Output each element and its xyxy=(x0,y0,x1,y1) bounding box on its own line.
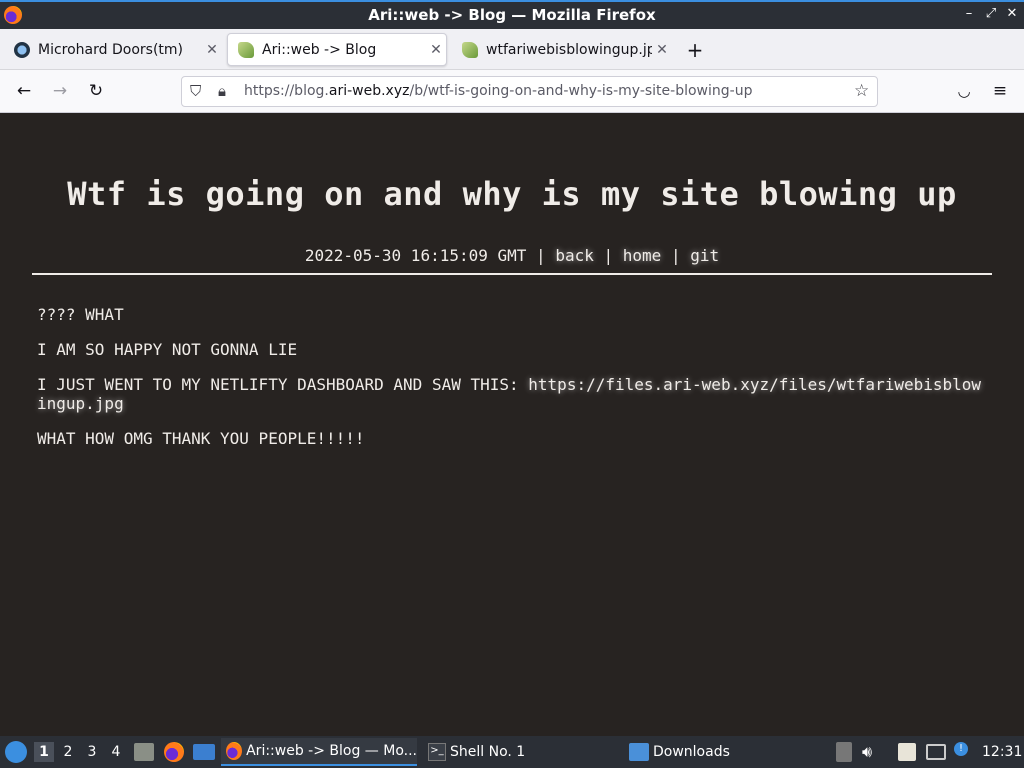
post-timestamp: 2022-05-30 16:15:09 GMT xyxy=(304,246,527,265)
workspace-3[interactable]: 3 xyxy=(82,742,102,762)
clipboard-icon[interactable] xyxy=(898,743,916,761)
tab-label: Ari::web -> Blog xyxy=(262,41,377,58)
chameleon-favicon-icon xyxy=(238,41,254,58)
tab-label: Microhard Doors(tm) xyxy=(38,41,183,58)
task-firefox[interactable]: Ari::web -> Blog — Mo... xyxy=(221,738,417,766)
shield-icon[interactable]: ⛉ xyxy=(190,82,201,100)
task-downloads[interactable]: Downloads xyxy=(625,738,821,766)
navigation-bar: ← → ↻ ⛉ 🔒︎ https://blog.ari-web.xyz/b/wt… xyxy=(0,70,1024,113)
paragraph: I AM SO HAPPY NOT GONNA LIE xyxy=(37,340,298,359)
paragraph: ???? WHAT xyxy=(37,305,124,324)
post-meta: 2022-05-30 16:15:09 GMT | back | home | … xyxy=(0,246,1024,265)
forward-arrow-icon[interactable]: → xyxy=(48,79,72,103)
tab-microhard[interactable]: Microhard Doors(tm) ✕ xyxy=(4,33,222,66)
back-link[interactable]: back xyxy=(555,246,594,265)
url-path: /b/wtf-is-going-on-and-why-is-my-site-bl… xyxy=(409,83,753,99)
divider xyxy=(32,273,992,275)
url-bar[interactable]: ⛉ 🔒︎ https://blog.ari-web.xyz/b/wtf-is-g… xyxy=(181,76,878,107)
url-text[interactable]: https://blog.ari-web.xyz/b/wtf-is-going-… xyxy=(244,83,752,99)
meta-separator: | xyxy=(536,246,546,265)
tray-scroll-icon[interactable] xyxy=(836,742,852,762)
workspace-2[interactable]: 2 xyxy=(58,742,78,762)
workspace-4[interactable]: 4 xyxy=(106,742,126,762)
url-scheme: https://blog. xyxy=(244,83,329,99)
start-menu-icon[interactable] xyxy=(5,741,27,763)
tab-label: wtfariwebisblowingup.jpg xyxy=(486,41,652,58)
meta-separator: | xyxy=(603,246,614,265)
window-title: Ari::web -> Blog — Mozilla Firefox xyxy=(368,6,656,24)
tab-blog[interactable]: Ari::web -> Blog ✕ xyxy=(227,33,447,66)
home-link[interactable]: home xyxy=(623,246,662,265)
volume-icon[interactable]: 🔊︎ xyxy=(862,742,872,762)
minimize-icon[interactable]: – xyxy=(962,6,976,21)
paragraph: WHAT HOW OMG THANK YOU PEOPLE!!!!! xyxy=(37,429,365,448)
close-window-icon[interactable]: ✕ xyxy=(1005,6,1019,21)
site-favicon-icon xyxy=(14,41,30,58)
window-titlebar[interactable]: Ari::web -> Blog — Mozilla Firefox – ⤢ ✕ xyxy=(0,0,1024,29)
post-title: Wtf is going on and why is my site blowi… xyxy=(67,175,957,213)
task-label: Downloads xyxy=(653,744,730,760)
pocket-icon[interactable]: ◡ xyxy=(952,79,976,103)
meta-separator: | xyxy=(670,246,681,265)
tab-bar: Microhard Doors(tm) ✕ Ari::web -> Blog ✕… xyxy=(0,29,1024,70)
page-content: Wtf is going on and why is my site blowi… xyxy=(0,113,1024,736)
url-domain: ari-web.xyz xyxy=(328,83,410,99)
close-tab-icon[interactable]: ✕ xyxy=(426,42,446,58)
restore-icon[interactable]: ⤢ xyxy=(984,6,998,21)
network-icon[interactable] xyxy=(926,744,946,760)
task-shell[interactable]: >_ Shell No. 1 xyxy=(423,738,619,766)
menu-hamburger-icon[interactable]: ≡ xyxy=(988,79,1012,103)
firefox-icon xyxy=(226,742,243,760)
taskbar: 1 2 3 4 Ari::web -> Blog — Mo... >_ Shel… xyxy=(0,736,1024,768)
paragraph-text: I JUST WENT TO MY NETLIFTY DASHBOARD AND… xyxy=(37,375,529,394)
task-label: Shell No. 1 xyxy=(450,744,526,760)
lock-icon[interactable]: 🔒︎ xyxy=(218,82,226,100)
git-link[interactable]: git xyxy=(690,246,719,265)
file-manager-launcher-icon[interactable] xyxy=(134,743,154,761)
paragraph: I JUST WENT TO MY NETLIFTY DASHBOARD AND… xyxy=(37,375,987,413)
chameleon-favicon-icon xyxy=(462,41,478,58)
firefox-launcher-icon[interactable] xyxy=(164,742,184,762)
workspace-1[interactable]: 1 xyxy=(34,742,54,762)
bookmark-star-icon[interactable]: ☆ xyxy=(854,81,869,101)
task-label: Ari::web -> Blog — Mo... xyxy=(246,743,417,759)
back-arrow-icon[interactable]: ← xyxy=(12,79,36,103)
clock[interactable]: 12:31 xyxy=(982,744,1022,760)
reload-icon[interactable]: ↻ xyxy=(84,79,108,103)
notification-icon[interactable]: ! xyxy=(954,742,968,756)
new-tab-icon[interactable]: + xyxy=(685,38,705,62)
terminal-icon: >_ xyxy=(428,743,446,761)
close-tab-icon[interactable]: ✕ xyxy=(202,42,222,58)
folder-icon xyxy=(629,743,649,761)
desktop-launcher-icon[interactable] xyxy=(193,744,215,760)
tab-image[interactable]: wtfariwebisblowingup.jpg ✕ xyxy=(452,33,672,66)
close-tab-icon[interactable]: ✕ xyxy=(652,42,672,58)
